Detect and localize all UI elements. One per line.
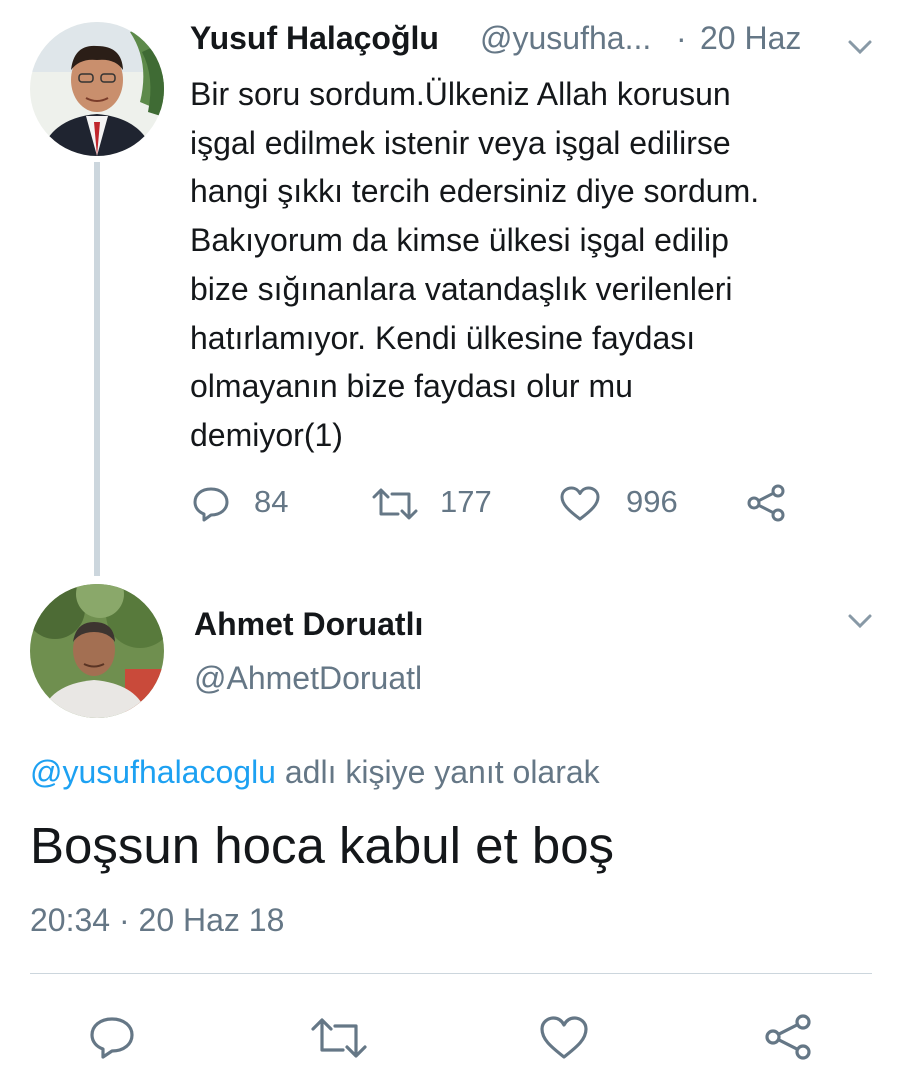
divider [30, 973, 872, 974]
thread-connector [94, 162, 100, 576]
retweet-button[interactable]: 177 [372, 484, 502, 524]
tweet-timestamp[interactable]: 20:34 · 20 Haz 18 [30, 902, 284, 939]
reply-button[interactable] [89, 1016, 135, 1062]
share-icon [764, 1014, 812, 1065]
retweet-icon [311, 1018, 367, 1063]
tweet-text-line: hangi şıkkı tercih edersiniz diye sordum… [190, 173, 760, 210]
tweet-text-line: işgal edilmek istenir veya işgal edilirs… [190, 124, 731, 161]
separator-dot: · [676, 20, 687, 56]
reply-mention-link[interactable]: @yusufhalacoglu [30, 754, 276, 790]
tweet-date[interactable]: 20 Haz [700, 20, 801, 57]
reply-button[interactable]: 84 [192, 484, 302, 524]
author-name[interactable]: Yusuf Halaçoğlu [190, 20, 439, 57]
chevron-down-icon[interactable] [845, 606, 875, 636]
reply-count: 84 [254, 484, 289, 519]
speech-bubble-icon [89, 1016, 135, 1065]
chevron-down-icon[interactable] [845, 32, 875, 62]
heart-icon [540, 1016, 588, 1065]
tweet-text: Boşsun hoca kabul et boş [30, 817, 615, 874]
tweet-text-line: Bir soru sordum.Ülkeniz Allah korusun [190, 76, 731, 112]
tweet-text-line: hatırlamıyor. Kendi ülkesine faydası [190, 319, 696, 356]
author-name[interactable]: Ahmet Doruatlı [194, 606, 423, 643]
retweet-icon [372, 488, 418, 520]
reply-context: @yusufhalacoglu adlı kişiye yanıt olarak [30, 754, 600, 791]
retweet-count: 177 [440, 484, 492, 519]
tweet-text-line: demiyor(1) [190, 416, 343, 453]
tweet-text-line: olmayanın bize faydası olur mu [190, 368, 633, 405]
speech-bubble-icon [192, 486, 230, 522]
share-button[interactable] [746, 484, 786, 524]
tweet-text: Bir soru sordum.Ülkeniz Allah korusun iş… [190, 70, 870, 460]
like-button[interactable] [540, 1016, 588, 1060]
reply-context-text: adlı kişiye yanıt olarak [275, 754, 600, 790]
avatar[interactable] [30, 584, 164, 718]
author-handle[interactable]: @AhmetDoruatl [194, 660, 422, 697]
share-button[interactable] [764, 1014, 812, 1062]
like-button[interactable]: 996 [560, 484, 690, 524]
avatar[interactable] [30, 22, 164, 156]
share-icon [746, 484, 786, 522]
author-handle[interactable]: @yusufha... [480, 20, 651, 57]
tweet-text-line: bize sığınanlara vatandaşlık verilenleri [190, 270, 733, 307]
tweet-text-line: Bakıyorum da kimse ülkesi işgal edilip [190, 222, 729, 259]
like-count: 996 [626, 484, 678, 519]
retweet-button[interactable] [311, 1018, 367, 1060]
heart-icon [560, 486, 600, 522]
